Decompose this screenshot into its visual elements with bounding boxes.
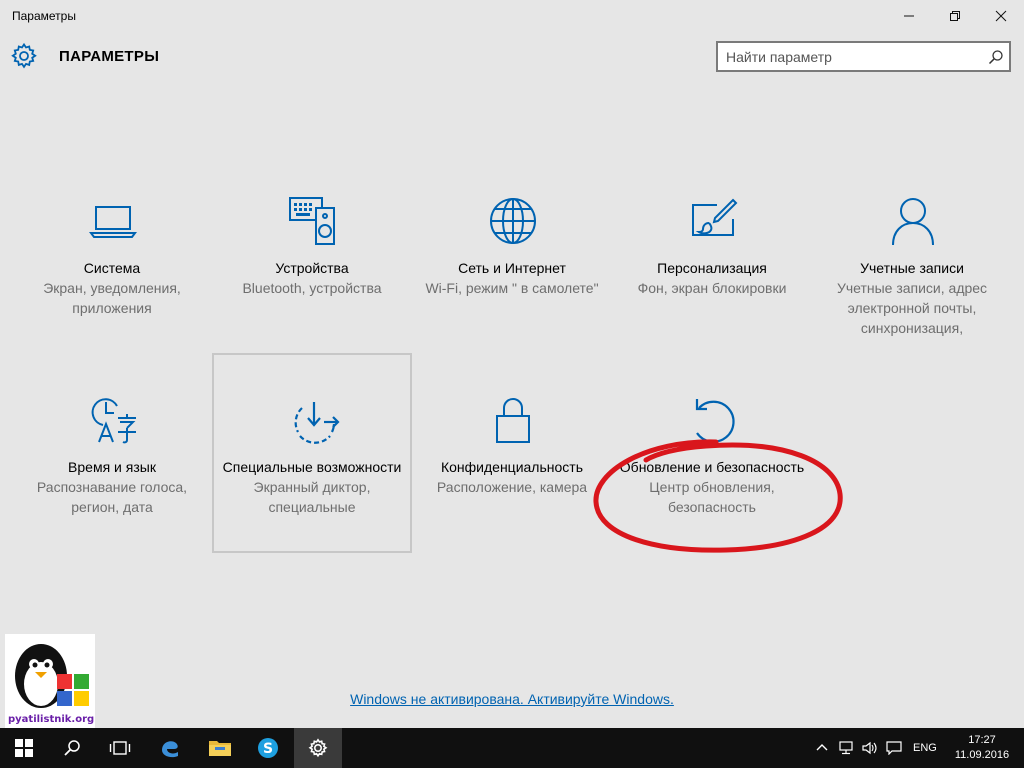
tile-title: Специальные возможности (222, 459, 402, 475)
tile-title: Время и язык (68, 459, 156, 475)
accessibility-icon (294, 402, 340, 444)
personalization-icon (692, 198, 738, 236)
minimize-icon (904, 15, 914, 17)
person-icon (892, 198, 934, 246)
folder-icon (209, 741, 231, 756)
start-button[interactable] (0, 728, 48, 768)
file-explorer-button[interactable] (196, 728, 244, 768)
penguin-logo-icon (15, 644, 89, 708)
time-language-icon (91, 398, 136, 444)
restore-button[interactable] (932, 0, 978, 32)
tile-devices[interactable]: Устройства Bluetooth, устройства (213, 155, 411, 353)
show-hidden-icons-button[interactable] (816, 728, 828, 768)
edge-browser-icon (162, 741, 178, 758)
tile-update-security[interactable]: Обновление и безопасность Центр обновлен… (613, 354, 811, 552)
title-bar: Параметры (0, 0, 1024, 32)
tile-description: Центр обновления, безопасность (649, 479, 775, 515)
lock-icon (496, 398, 530, 443)
window-title: Параметры (12, 9, 76, 23)
action-center-icon (886, 741, 902, 755)
tile-description: Учетные записи, адрес электронной почты,… (836, 280, 988, 336)
tile-description: Фон, экран блокировки (637, 280, 787, 296)
activate-windows-link[interactable]: Windows не активирована. Активируйте Win… (350, 691, 674, 707)
minimize-button[interactable] (886, 0, 932, 32)
globe-icon (490, 198, 536, 244)
tile-personalization[interactable]: Персонализация Фон, экран блокировки (613, 155, 811, 353)
notifications-tray-icon[interactable] (886, 728, 902, 768)
search-taskbar-button[interactable] (48, 728, 96, 768)
watermark-text: pyatilistnik.org (8, 714, 95, 725)
gear-icon (11, 42, 37, 69)
language-indicator[interactable]: ENG (913, 728, 937, 768)
speaker-icon (862, 741, 877, 755)
tile-description: Распознавание голоса, регион, дата (36, 479, 188, 515)
clock[interactable]: 17:27 11.09.2016 (948, 733, 1016, 763)
tile-privacy[interactable]: Конфиденциальность Расположение, камера (413, 354, 611, 552)
tile-title: Персонализация (657, 260, 767, 276)
laptop-icon (89, 206, 137, 238)
task-view-icon (109, 741, 131, 755)
close-icon (995, 10, 1007, 22)
network-icon (839, 741, 853, 755)
skype-button[interactable]: S (244, 728, 292, 768)
update-icon (695, 399, 735, 443)
tile-accounts[interactable]: Учетные записи Учетные записи, адрес эле… (813, 155, 1011, 353)
close-button[interactable] (978, 0, 1024, 32)
tile-time-language[interactable]: Время и язык Распознавание голоса, регио… (13, 354, 211, 552)
search-icon (64, 740, 80, 756)
taskbar: S ENG 17:27 11.09.2016 (0, 728, 1024, 768)
tile-title: Устройства (275, 260, 349, 276)
task-view-button[interactable] (96, 728, 144, 768)
windows-logo-icon (15, 739, 33, 757)
tile-title: Сеть и Интернет (458, 260, 566, 276)
tile-network[interactable]: Сеть и Интернет Wi-Fi, режим " в самолет… (413, 155, 611, 353)
tile-description: Bluetooth, устройства (242, 280, 382, 296)
language-label: ENG (913, 742, 937, 754)
tile-title: Система (83, 260, 141, 276)
tile-title: Учетные записи (860, 260, 964, 276)
devices-icon (289, 197, 335, 245)
tile-system[interactable]: Система Экран, уведомления, приложения (13, 155, 211, 353)
tile-description: Экранный диктор, специальные (253, 479, 371, 515)
tile-title: Обновление и безопасность (619, 459, 805, 475)
skype-icon: S (258, 738, 278, 758)
gear-icon (308, 738, 328, 758)
clock-time: 17:27 (968, 734, 996, 746)
activation-notice: Windows не активирована. Активируйте Win… (0, 691, 1024, 707)
watermark-logo: pyatilistnik.org (5, 634, 95, 728)
svg-text:S: S (263, 741, 273, 757)
volume-tray-icon[interactable] (862, 728, 878, 768)
network-tray-icon[interactable] (838, 728, 856, 768)
settings-taskbar-button[interactable] (294, 728, 342, 768)
restore-icon (950, 11, 960, 21)
search-input[interactable] (726, 48, 976, 66)
page-title: ПАРАМЕТРЫ (59, 48, 160, 65)
tile-accessibility[interactable]: Специальные возможности Экранный диктор,… (212, 353, 412, 553)
edge-button[interactable] (146, 728, 194, 768)
tile-description: Расположение, камера (436, 479, 588, 495)
search-icon[interactable] (988, 49, 1004, 65)
tile-description: Wi-Fi, режим " в самолете" (425, 280, 599, 296)
tile-description: Экран, уведомления, приложения (43, 280, 181, 316)
chevron-up-icon (816, 744, 828, 751)
search-box[interactable] (716, 41, 1011, 72)
clock-date: 11.09.2016 (954, 749, 1010, 761)
tile-title: Конфиденциальность (440, 459, 583, 475)
